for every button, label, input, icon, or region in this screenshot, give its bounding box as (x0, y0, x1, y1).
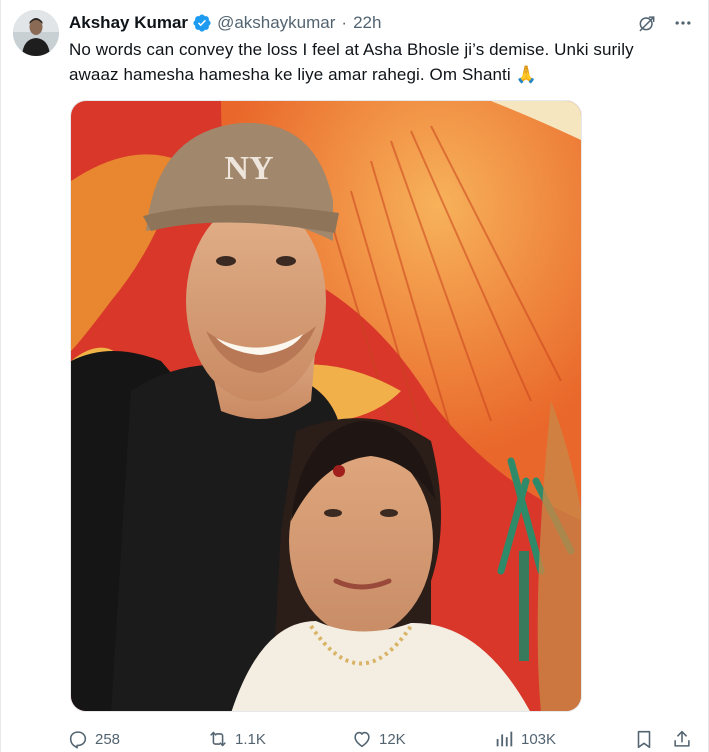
share-button[interactable] (671, 728, 693, 750)
tweet-photo[interactable]: NY (70, 100, 582, 712)
avatar[interactable] (13, 10, 59, 56)
views-button[interactable]: 103K (493, 728, 556, 750)
verified-badge-icon (192, 13, 212, 33)
heart-icon (351, 728, 373, 750)
retweet-icon (207, 728, 229, 750)
reply-button[interactable]: 258 (67, 728, 120, 750)
views-count: 103K (521, 730, 557, 748)
bookmark-button[interactable] (633, 728, 655, 750)
like-button[interactable]: 12K (351, 728, 406, 750)
svg-text:NY: NY (224, 150, 273, 187)
like-count: 12K (379, 730, 406, 748)
separator-dot: · (341, 13, 348, 32)
tweet-top-actions (636, 12, 694, 34)
tweet: Akshay Kumar @akshaykumar · 22h No words… (1, 0, 709, 752)
tweet-actions: 258 1.1K 12K 103K (67, 726, 697, 752)
reply-count: 258 (95, 730, 121, 748)
retweet-count: 1.1K (235, 730, 266, 748)
reply-icon (67, 728, 89, 750)
tweet-header: Akshay Kumar @akshaykumar · 22h (69, 12, 381, 34)
more-icon[interactable] (672, 12, 694, 34)
author-name[interactable]: Akshay Kumar (69, 12, 188, 34)
timestamp[interactable]: 22h (353, 12, 381, 34)
tweet-text: No words can convey the loss I feel at A… (69, 40, 634, 84)
author-handle[interactable]: @akshaykumar (217, 12, 335, 34)
bookmark-icon (633, 728, 655, 750)
views-icon (493, 728, 515, 750)
share-icon (671, 728, 693, 750)
retweet-button[interactable]: 1.1K (207, 728, 266, 750)
grok-icon[interactable] (636, 12, 658, 34)
